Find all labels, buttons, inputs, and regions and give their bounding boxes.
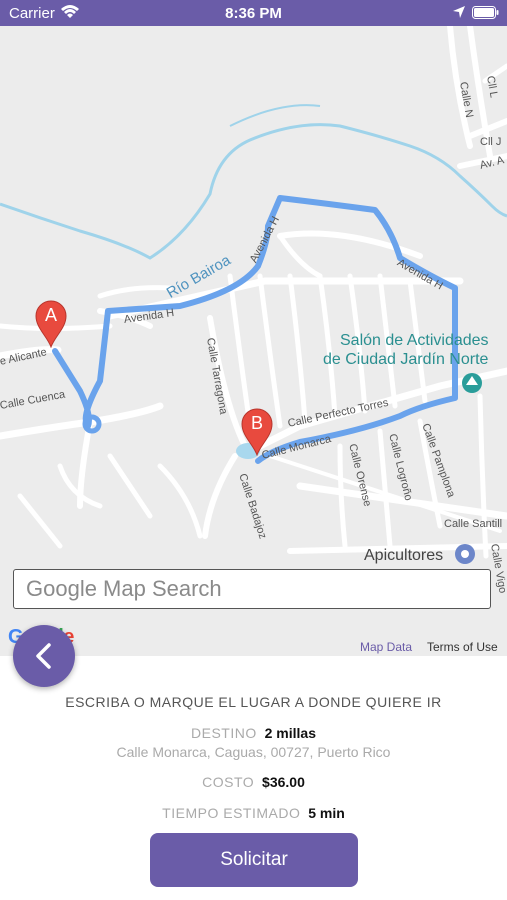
status-bar: Carrier 8:36 PM [0, 0, 507, 26]
destination-address: Calle Monarca, Caguas, 00727, Puerto Ric… [116, 744, 391, 760]
location-arrow-icon [452, 5, 466, 24]
marker-a-icon[interactable]: A [35, 300, 67, 348]
poi-salon-line2: de Ciudad Jardín Norte [323, 351, 489, 368]
destino-value: 2 millas [264, 725, 316, 741]
costo-value: $36.00 [262, 774, 305, 790]
terms-of-use-link[interactable]: Terms of Use [427, 640, 498, 654]
map-view[interactable]: A B e Alicante Calle Cuenca Avenida H Av… [0, 26, 507, 656]
marker-a-label: A [44, 305, 57, 325]
marker-b-label: B [250, 413, 263, 433]
destino-label: DESTINO [191, 725, 257, 741]
battery-icon [472, 6, 500, 25]
poi-salon-label-2[interactable]: de Ciudad Jardín Norte [323, 350, 488, 369]
street-label-cll-j: Cll J [480, 136, 502, 148]
poi-apicultores-label[interactable]: Apicultores [364, 546, 443, 565]
map-search-input[interactable] [14, 570, 490, 608]
request-button[interactable]: Solicitar [150, 833, 358, 887]
map-data-link[interactable]: Map Data [360, 640, 412, 654]
instruction-text: ESCRIBA O MARQUE EL LUGAR A DONDE QUIERE… [65, 694, 442, 710]
destino-row: DESTINO 2 millas [0, 725, 507, 741]
tiempo-value: 5 min [308, 805, 345, 821]
chevron-left-icon [36, 643, 51, 669]
street-label-santill: Calle Santill [444, 518, 503, 530]
poi-salon-line1: Salón de Actividades [340, 332, 489, 349]
back-button[interactable] [13, 625, 75, 687]
costo-row: COSTO $36.00 [0, 774, 507, 790]
costo-label: COSTO [202, 774, 255, 790]
poi-salon-label[interactable]: Salón de Actividades [340, 331, 489, 350]
tiempo-label: TIEMPO ESTIMADO [162, 805, 301, 821]
trip-info-panel: ESCRIBA O MARQUE EL LUGAR A DONDE QUIERE… [0, 656, 507, 900]
map-search-box[interactable] [13, 569, 491, 609]
clock: 8:36 PM [225, 5, 282, 22]
tiempo-row: TIEMPO ESTIMADO 5 min [0, 805, 507, 821]
